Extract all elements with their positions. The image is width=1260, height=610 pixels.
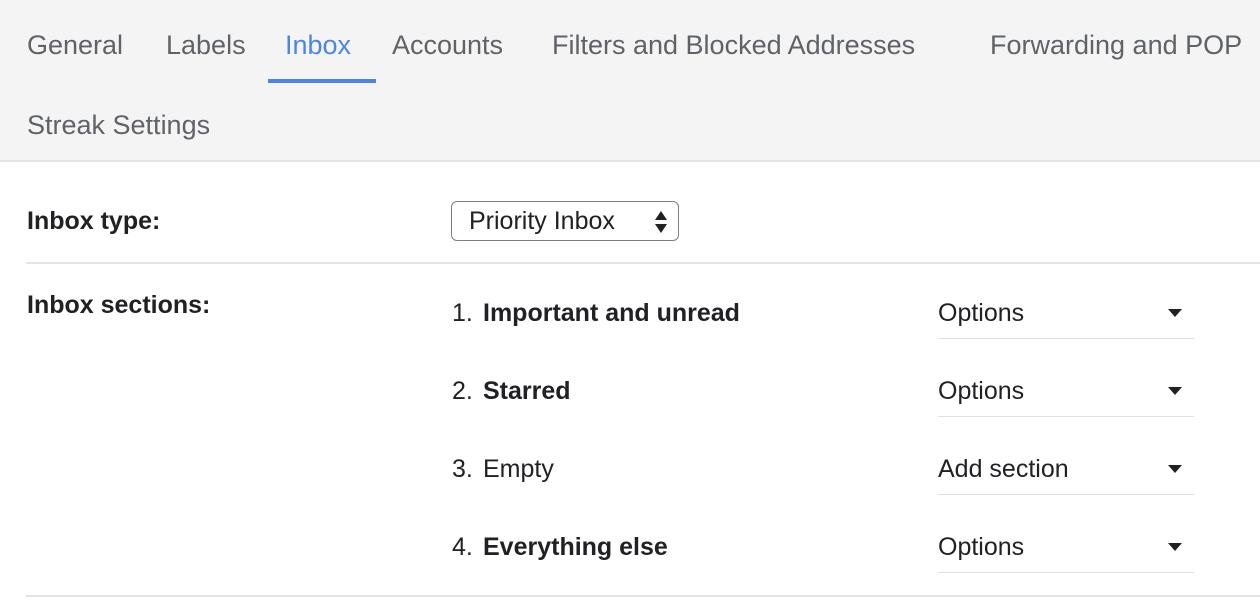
section-number: 1. — [452, 299, 473, 327]
section-name: Empty — [483, 455, 554, 483]
tab-streak-settings[interactable]: Streak Settings — [27, 109, 210, 141]
caret-down-icon — [1168, 465, 1182, 473]
up-down-arrows-icon — [655, 211, 667, 233]
dropdown-label: Add section — [938, 455, 1069, 483]
dropdown-label: Options — [938, 377, 1025, 405]
section-name: Starred — [483, 377, 571, 405]
caret-down-icon — [1168, 309, 1182, 317]
section-name: Everything else — [483, 533, 668, 561]
tab-labels[interactable]: Labels — [166, 29, 246, 61]
caret-down-icon — [1168, 387, 1182, 395]
tab-forwarding-and-pop[interactable]: Forwarding and POP — [990, 29, 1242, 61]
add-section-dropdown[interactable]: Add section — [938, 447, 1194, 495]
tab-inbox[interactable]: Inbox — [285, 29, 351, 61]
inbox-type-selected-value: Priority Inbox — [469, 207, 615, 235]
tab-general[interactable]: General — [27, 29, 123, 61]
section-options-dropdown[interactable]: Options — [938, 291, 1194, 339]
inbox-section-row: 1. Important and unread Options — [452, 297, 1260, 339]
inbox-section-row: 2. Starred Options — [452, 375, 1260, 417]
inbox-sections-label: Inbox sections: — [27, 291, 211, 319]
dropdown-label: Options — [938, 299, 1025, 327]
section-number: 2. — [452, 377, 473, 405]
inbox-section-row: 3. Empty Add section — [452, 453, 1260, 495]
inbox-type-label: Inbox type: — [27, 207, 161, 235]
active-tab-indicator — [268, 79, 376, 83]
row-divider — [26, 262, 1260, 264]
inbox-type-select[interactable]: Priority Inbox — [451, 201, 679, 241]
section-number: 4. — [452, 533, 473, 561]
section-options-dropdown[interactable]: Options — [938, 525, 1194, 573]
tab-accounts[interactable]: Accounts — [392, 29, 503, 61]
section-number: 3. — [452, 455, 473, 483]
caret-down-icon — [1168, 543, 1182, 551]
inbox-section-row: 4. Everything else Options — [452, 531, 1260, 573]
row-divider — [26, 595, 1260, 597]
section-name: Important and unread — [483, 299, 740, 327]
tab-filters-and-blocked-addresses[interactable]: Filters and Blocked Addresses — [552, 29, 915, 61]
dropdown-label: Options — [938, 533, 1025, 561]
section-options-dropdown[interactable]: Options — [938, 369, 1194, 417]
settings-tab-bar: General Labels Inbox Accounts Filters an… — [0, 0, 1260, 162]
